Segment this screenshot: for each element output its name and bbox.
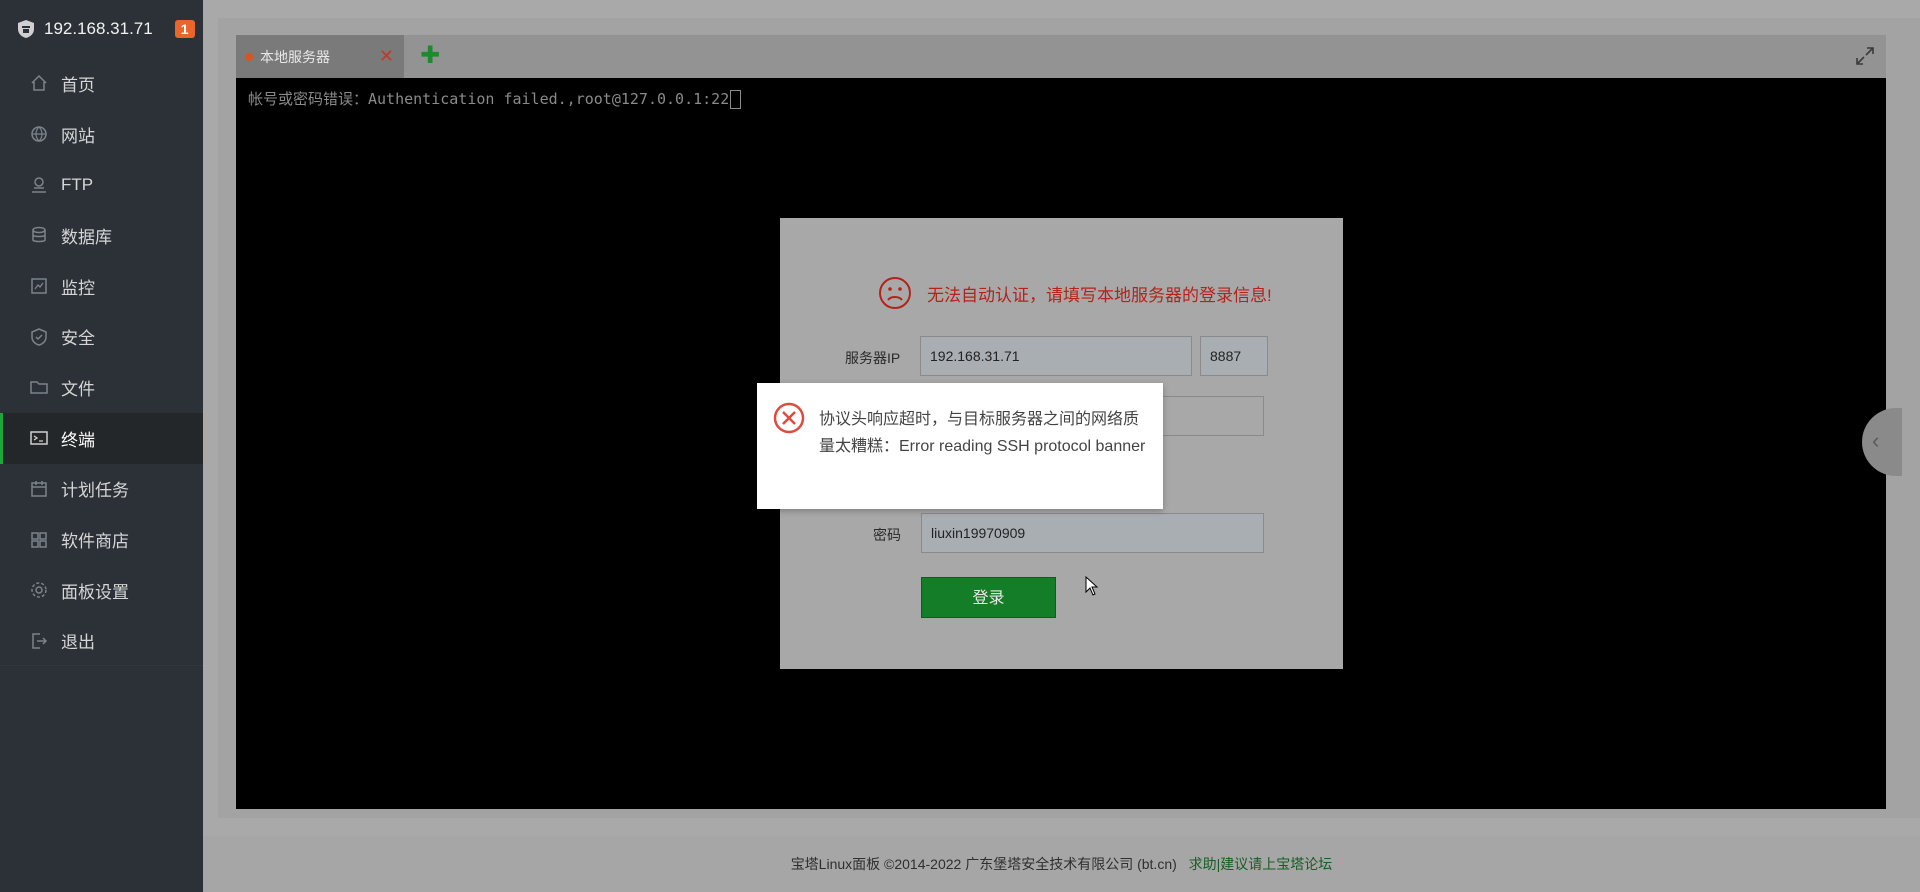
sidebar-divider [0, 665, 203, 666]
home-icon [31, 75, 47, 92]
add-tab-icon[interactable]: ✚ [420, 41, 440, 70]
tab-label: 本地服务器 [260, 48, 330, 65]
sidebar-item-label: 安全 [61, 329, 95, 349]
footer: 宝塔Linux面板 ©2014-2022 广东堡塔安全技术有限公司 (bt.cn… [203, 836, 1920, 892]
fullscreen-icon[interactable] [1856, 47, 1874, 65]
ftp-icon [32, 176, 46, 193]
sidebar-item-database[interactable]: 数据库 [0, 210, 203, 261]
server-ip-input[interactable]: 192.168.31.71 [920, 336, 1192, 376]
tab-local-server[interactable]: 本地服务器 ✕ [236, 35, 404, 78]
sidebar-item-label: 网站 [61, 126, 95, 146]
sidebar-item-ftp[interactable]: FTP [0, 159, 203, 210]
sidebar-item-label: 数据库 [61, 227, 112, 247]
sidebar: 192.168.31.71 1 首页 网站 FTP 数据库 监控 安全 文件 终… [0, 0, 203, 892]
chevron-left-icon: ‹ [1872, 428, 1880, 453]
sidebar-item-label: 计划任务 [61, 481, 129, 501]
login-button[interactable]: 登录 [921, 577, 1056, 618]
calendar-icon [31, 480, 47, 497]
globe-icon [31, 126, 47, 142]
error-circle-icon [773, 402, 805, 434]
notification-badge[interactable]: 1 [174, 20, 195, 38]
terminal-cursor [730, 90, 742, 109]
error-toast: 协议头响应超时，与目标服务器之间的网络质量太糟糕：Error reading S… [757, 383, 1163, 509]
database-icon [32, 227, 46, 243]
sidebar-item-files[interactable]: 文件 [0, 362, 203, 413]
dialog-message: 无法自动认证，请填写本地服务器的登录信息! [878, 276, 1272, 310]
terminal-tabbar: 本地服务器 ✕ ✚ [236, 35, 1886, 78]
sidebar-item-label: 面板设置 [61, 582, 129, 602]
sidebar-item-home[interactable]: 首页 [0, 58, 203, 109]
server-ip-label: 服务器IP [845, 350, 901, 366]
close-tab-icon[interactable]: ✕ [379, 46, 394, 67]
password-label: 密码 [873, 527, 901, 543]
sidebar-item-security[interactable]: 安全 [0, 311, 203, 362]
footer-forum-link[interactable]: 求助|建议请上宝塔论坛 [1189, 856, 1333, 872]
sad-face-icon [879, 277, 911, 309]
monitor-icon [31, 278, 47, 294]
bt-logo-icon [18, 20, 34, 38]
logout-icon [32, 633, 48, 649]
sidebar-item-store[interactable]: 软件商店 [0, 514, 203, 565]
connection-status-dot [245, 52, 253, 61]
footer-copyright: 宝塔Linux面板 ©2014-2022 广东堡塔安全技术有限公司 (bt.cn… [790, 856, 1177, 872]
sidebar-item-cron[interactable]: 计划任务 [0, 464, 203, 515]
sidebar-item-website[interactable]: 网站 [0, 109, 203, 160]
apps-icon [31, 531, 47, 548]
sidebar-item-settings[interactable]: 面板设置 [0, 565, 203, 616]
sidebar-item-terminal[interactable]: 终端 [0, 412, 203, 464]
sidebar-item-label: FTP [61, 174, 94, 194]
gear-icon [31, 582, 47, 598]
sidebar-item-logout[interactable]: 退出 [0, 616, 203, 667]
sidebar-menu: 首页 网站 FTP 数据库 监控 安全 文件 终端 计划任务 软件商店 面板设置… [0, 58, 203, 666]
sidebar-item-label: 退出 [61, 633, 95, 653]
folder-icon [30, 381, 48, 395]
terminal-output-line: 帐号或密码错误：Authentication failed.,root@127.… [248, 88, 742, 109]
sidebar-item-monitor[interactable]: 监控 [0, 261, 203, 312]
mouse-cursor-icon [1085, 576, 1099, 596]
sidebar-item-label: 监控 [61, 278, 95, 298]
sidebar-item-label: 首页 [61, 75, 95, 95]
terminal-icon [30, 431, 48, 445]
sidebar-item-label: 文件 [61, 379, 95, 399]
port-input[interactable]: 8887 [1200, 336, 1268, 376]
sidebar-item-label: 终端 [61, 430, 95, 450]
sidebar-header: 192.168.31.71 1 [0, 0, 203, 58]
error-message: 协议头响应超时，与目标服务器之间的网络质量太糟糕：Error reading S… [819, 411, 1146, 455]
server-ip-label: 192.168.31.71 [44, 19, 153, 38]
shield-icon [31, 327, 47, 346]
password-input[interactable]: liuxin19970909 [921, 513, 1264, 553]
sidebar-item-label: 软件商店 [61, 532, 129, 552]
